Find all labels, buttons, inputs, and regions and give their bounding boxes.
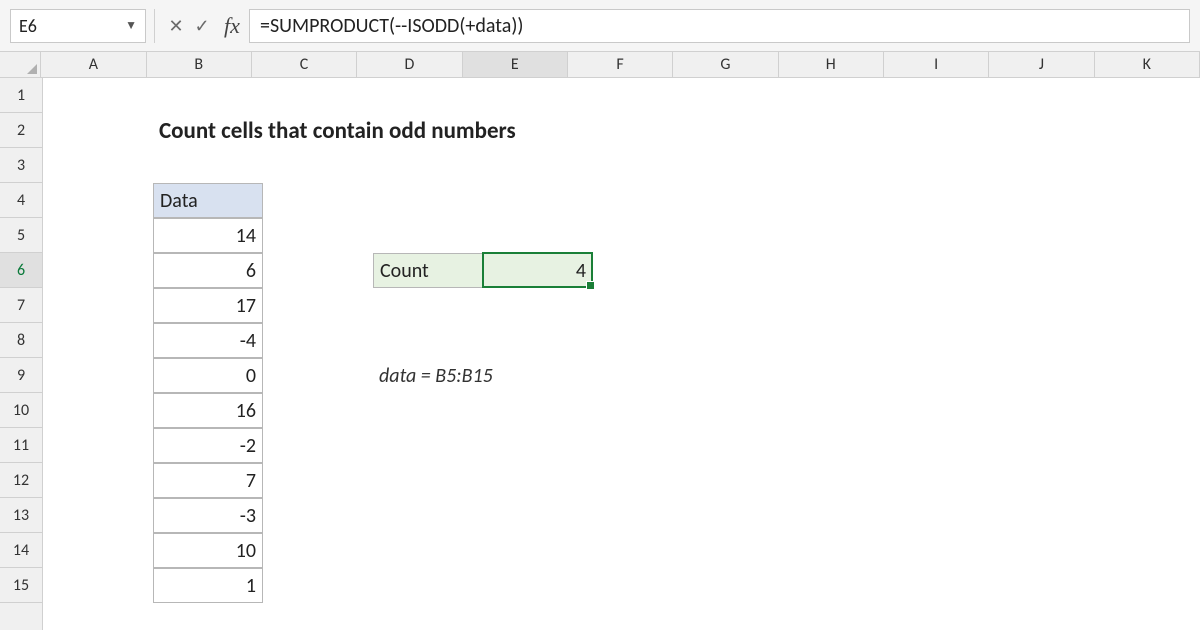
column-header[interactable]: I [884,52,989,77]
data-column-header[interactable]: Data [153,183,263,218]
data-cell[interactable]: -4 [153,323,263,358]
data-cell[interactable]: 6 [153,253,263,288]
column-header[interactable]: C [252,52,357,77]
column-header[interactable]: J [989,52,1094,77]
confirm-formula-button[interactable]: ✓ [189,9,215,43]
chevron-down-icon[interactable]: ▼ [125,18,137,33]
name-box-value: E6 [19,15,37,37]
column-header[interactable]: F [568,52,673,77]
column-header[interactable]: B [147,52,252,77]
row-header[interactable]: 1 [0,78,42,113]
select-all-corner[interactable] [0,52,41,77]
spreadsheet-grid: ABCDEFGHIJK 123456789101112131415 Count … [0,52,1200,630]
data-cell[interactable]: -3 [153,498,263,533]
row-header[interactable]: 10 [0,393,42,428]
row-header[interactable]: 8 [0,323,42,358]
data-cell[interactable]: 0 [153,358,263,393]
column-header[interactable]: H [779,52,884,77]
insert-function-button[interactable]: fx [215,13,249,39]
cells-area[interactable]: Count cells that contain odd numbers Dat… [43,78,1200,630]
row-header[interactable]: 12 [0,463,42,498]
row-header[interactable]: 7 [0,288,42,323]
column-header[interactable]: E [463,52,568,77]
fx-icon: fx [224,13,240,39]
row-header[interactable]: 15 [0,568,42,603]
row-header[interactable]: 9 [0,358,42,393]
page-title: Count cells that contain odd numbers [153,113,653,148]
cancel-formula-button[interactable]: ✕ [163,9,189,43]
name-box[interactable]: E6 ▼ [10,9,146,43]
column-header[interactable]: K [1095,52,1200,77]
check-icon: ✓ [194,15,209,37]
row-header[interactable]: 3 [0,148,42,183]
row-header[interactable]: 6 [0,253,42,288]
data-cell[interactable]: 16 [153,393,263,428]
column-header[interactable]: G [673,52,778,77]
data-cell[interactable]: -2 [153,428,263,463]
formula-input[interactable]: =SUMPRODUCT(--ISODD(+data)) [249,9,1190,43]
row-header[interactable]: 14 [0,533,42,568]
data-cell[interactable]: 10 [153,533,263,568]
data-cell[interactable]: 7 [153,463,263,498]
data-cell[interactable]: 17 [153,288,263,323]
data-cell[interactable]: 14 [153,218,263,253]
row-header-column: 123456789101112131415 [0,78,43,630]
column-header[interactable]: A [41,52,146,77]
row-header[interactable]: 5 [0,218,42,253]
row-header[interactable]: 13 [0,498,42,533]
separator [154,9,155,43]
x-icon: ✕ [168,15,183,37]
formula-bar: E6 ▼ ✕ ✓ fx =SUMPRODUCT(--ISODD(+data)) [0,0,1200,52]
named-range-note: data = B5:B15 [373,358,633,393]
formula-text: =SUMPRODUCT(--ISODD(+data)) [260,14,523,38]
count-label-cell[interactable]: Count [373,253,483,288]
row-header[interactable]: 11 [0,428,42,463]
column-header[interactable]: D [357,52,462,77]
data-cell[interactable]: 1 [153,568,263,603]
row-header[interactable]: 4 [0,183,42,218]
row-header[interactable]: 2 [0,113,42,148]
count-value-cell[interactable]: 4 [483,253,593,288]
column-header-row: ABCDEFGHIJK [0,52,1200,78]
